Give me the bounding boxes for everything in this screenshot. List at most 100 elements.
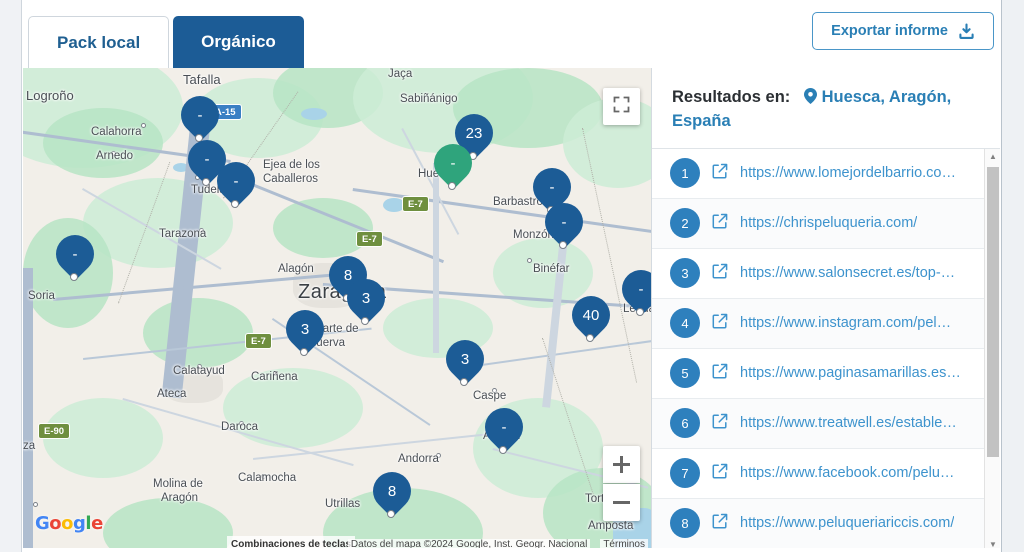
map-marker[interactable]: 3 <box>438 332 492 390</box>
map-marker-anchor <box>387 510 395 518</box>
result-row[interactable]: 2 https://chrispeluqueria.com/ <box>652 198 1000 249</box>
map-container[interactable]: Tafalla Logroño Sabiñánigo Calahorra Arnedo E… <box>23 68 652 552</box>
zoom-in-button[interactable] <box>603 446 640 483</box>
result-row[interactable]: 4 https://www.instagram.com/pel… <box>652 298 1000 349</box>
map-marker-label: - <box>638 280 644 298</box>
external-link-icon <box>712 413 728 434</box>
map-marker[interactable]: - <box>48 227 102 285</box>
app-root: Pack local Orgánico Exportar informe Taf… <box>0 0 1024 552</box>
tab-pack-local-label: Pack local <box>57 33 141 52</box>
plus-icon <box>613 456 630 473</box>
external-link-icon <box>712 263 728 284</box>
top-toolbar: Pack local Orgánico Exportar informe <box>23 0 1001 68</box>
fullscreen-button[interactable] <box>603 88 640 125</box>
result-row[interactable]: 5 https://www.paginasamarillas.es… <box>652 348 1000 399</box>
map-city-label: Tafalla <box>183 72 221 87</box>
external-link-icon <box>712 163 728 184</box>
result-rank-badge: 1 <box>670 158 700 189</box>
export-report-label: Exportar informe <box>831 23 948 39</box>
page-content: Pack local Orgánico Exportar informe Taf… <box>23 0 1001 552</box>
map-marker[interactable]: - <box>426 136 480 194</box>
map-marker-label: - <box>197 106 203 124</box>
map-marker[interactable]: - <box>209 154 263 212</box>
map-marker[interactable]: 3 <box>278 302 332 360</box>
results-heading-label: Resultados en: <box>672 88 791 106</box>
map-marker-label: - <box>561 213 567 231</box>
result-row[interactable]: 7 https://www.facebook.com/pelu… <box>652 448 1000 499</box>
map-marker[interactable]: - <box>537 195 591 253</box>
map-highway-shield: E-7 <box>402 196 429 212</box>
google-logo[interactable]: Google <box>35 513 103 534</box>
map-marker-anchor <box>636 308 644 316</box>
map-marker-anchor <box>586 334 594 342</box>
result-rank-badge: 7 <box>670 458 700 489</box>
scrollbar-thumb[interactable] <box>987 166 999 457</box>
map-highway-shield: E-7 <box>245 333 272 349</box>
main-area: Tafalla Logroño Sabiñánigo Calahorra Arnedo E… <box>23 68 1001 552</box>
minus-icon <box>613 494 630 511</box>
map-marker-anchor <box>300 348 308 356</box>
results-panel: Resultados en: Huesca, Aragón, España 1 h… <box>652 68 1000 552</box>
map-marker[interactable]: - <box>477 400 531 458</box>
result-row[interactable]: 1 https://www.lomejordelbarrio.co… <box>652 148 1000 199</box>
map-marker[interactable]: - <box>173 88 227 146</box>
map-marker-label: - <box>450 154 456 172</box>
result-url-link[interactable]: https://www.lomejordelbarrio.co… <box>740 165 956 181</box>
view-tabs: Pack local Orgánico <box>28 16 304 68</box>
map-city-label: Calamocha <box>238 472 297 484</box>
zoom-out-button[interactable] <box>603 484 640 521</box>
result-url-link[interactable]: https://www.facebook.com/pelu… <box>740 465 954 481</box>
result-url-link[interactable]: https://www.treatwell.es/estable… <box>740 415 957 431</box>
map-marker-label: 3 <box>300 320 310 338</box>
map-marker-anchor <box>231 200 239 208</box>
result-url-link[interactable]: https://www.salonsecret.es/top-… <box>740 265 955 281</box>
result-url-link[interactable]: https://www.instagram.com/pel… <box>740 315 951 331</box>
map-highway-shield: E-7 <box>356 231 383 247</box>
result-rank-badge: 5 <box>670 358 700 389</box>
map-marker-label: 3 <box>460 350 470 368</box>
map-marker-anchor <box>559 241 567 249</box>
result-rank-badge: 2 <box>670 208 700 239</box>
right-gutter <box>1001 0 1024 552</box>
result-rank-badge: 8 <box>670 508 700 539</box>
map-marker-anchor <box>460 378 468 386</box>
map-marker-label: - <box>233 172 239 190</box>
results-scrollbar[interactable]: ▲ ▼ <box>984 148 1000 552</box>
map-marker-label: - <box>501 418 507 436</box>
external-link-icon <box>712 463 728 484</box>
map-city-label: Caspe <box>473 390 507 402</box>
map-marker[interactable]: 8 <box>365 464 419 522</box>
map-highway-shield: E-90 <box>38 423 71 439</box>
map-city-label: Ejea de los <box>263 159 320 171</box>
tab-pack-local[interactable]: Pack local <box>28 16 170 68</box>
result-rank-badge: 6 <box>670 408 700 439</box>
map-city-label: Caballeros <box>263 173 318 185</box>
map-canvas[interactable]: Tafalla Logroño Sabiñánigo Calahorra Arnedo E… <box>23 68 651 552</box>
results-panel-header: Resultados en: Huesca, Aragón, España <box>652 68 1000 149</box>
fullscreen-icon <box>613 96 630 118</box>
export-report-button[interactable]: Exportar informe <box>812 12 994 50</box>
external-link-icon <box>712 513 728 534</box>
left-gutter <box>0 0 22 552</box>
result-url-link[interactable]: https://chrispeluqueria.com/ <box>740 215 917 231</box>
map-marker[interactable]: 40 <box>564 288 618 346</box>
result-rank-badge: 3 <box>670 258 700 289</box>
result-row[interactable]: 6 https://www.treatwell.es/estable… <box>652 398 1000 449</box>
map-marker-anchor <box>499 446 507 454</box>
bottom-strip <box>23 548 1001 552</box>
tab-organico[interactable]: Orgánico <box>173 16 304 68</box>
external-link-icon <box>712 363 728 384</box>
result-row[interactable]: 3 https://www.salonsecret.es/top-… <box>652 248 1000 299</box>
result-rank-badge: 4 <box>670 308 700 339</box>
result-url-link[interactable]: https://www.peluqueriariccis.com/ <box>740 515 954 531</box>
result-row[interactable]: 8 https://www.peluqueriariccis.com/ <box>652 498 1000 549</box>
scrollbar-up-arrow[interactable]: ▲ <box>985 149 1000 165</box>
map-marker-label: 8 <box>387 482 397 500</box>
map-marker[interactable]: 3 <box>339 271 393 329</box>
result-url-link[interactable]: https://www.paginasamarillas.es… <box>740 365 961 381</box>
download-icon <box>958 22 975 40</box>
map-marker[interactable]: - <box>614 262 651 320</box>
results-list[interactable]: 1 https://www.lomejordelbarrio.co… 2 https:… <box>652 148 1000 552</box>
map-pin-icon <box>804 88 818 106</box>
external-link-icon <box>712 213 728 234</box>
